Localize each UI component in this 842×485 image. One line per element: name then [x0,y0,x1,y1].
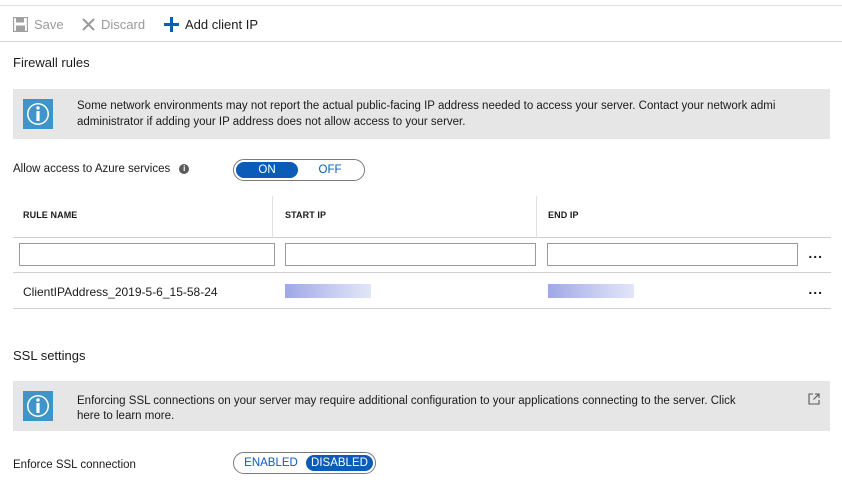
enforce-ssl-label-row: Enforce SSL connection [13,459,136,471]
start-ip-input[interactable] [285,243,536,266]
add-client-ip-label: Add client IP [185,16,258,32]
command-bar: Save Discard Add client IP [0,6,842,42]
ssl-settings-title: SSL settings [13,348,86,363]
ssl-info-text-line2[interactable]: here to learn more. [77,409,790,424]
save-label: Save [34,16,64,32]
firewall-rules-title: Firewall rules [13,55,90,70]
save-icon [13,16,28,32]
table-row[interactable]: ClientIPAddress_2019-5-6_15-58-24 ... [13,273,831,309]
info-icon [23,99,53,129]
toggle-on-option[interactable]: ON [236,162,298,178]
allow-azure-services-label: Allow access to Azure services [13,163,171,175]
save-button[interactable]: Save [13,14,64,34]
column-divider [536,196,537,238]
discard-button[interactable]: Discard [82,14,145,34]
plus-icon [164,16,179,32]
end-ip-input[interactable] [547,243,798,266]
column-header-start-ip: START IP [285,210,327,220]
more-options-button[interactable]: ... [808,245,823,261]
rule-name-cell: ClientIPAddress_2019-5-6_15-58-24 [23,285,218,299]
new-rule-row: ... [13,238,831,273]
info-icon[interactable]: i [179,164,190,174]
column-header-end-ip: END IP [548,210,579,220]
allow-azure-services-label-row: Allow access to Azure services i [13,163,190,175]
more-options-button[interactable]: ... [808,281,823,297]
enforce-ssl-label: Enforce SSL connection [13,459,136,471]
end-ip-redacted [548,284,634,298]
allow-azure-services-toggle[interactable]: ON OFF [233,159,365,181]
discard-label: Discard [101,16,146,32]
firewall-info-text-line2: administrator if adding your IP address … [77,116,466,128]
rule-name-input[interactable] [19,243,275,266]
info-icon [23,391,53,421]
close-icon [82,17,95,31]
toggle-off-option[interactable]: OFF [298,162,362,178]
toggle-enabled-option[interactable]: ENABLED [236,455,306,471]
external-link-icon[interactable] [808,393,820,405]
toggle-disabled-option[interactable]: DISABLED [306,455,373,471]
add-client-ip-button[interactable]: Add client IP [164,14,258,34]
firewall-info-text-line1: Some network environments may not report… [77,100,776,112]
enforce-ssl-toggle[interactable]: ENABLED DISABLED [233,452,376,474]
firewall-info-banner: Some network environments may not report… [13,89,830,139]
column-header-rule-name: RULE NAME [23,210,78,220]
start-ip-redacted [285,284,371,298]
column-divider [272,196,273,238]
grid-header: RULE NAME START IP END IP [13,196,831,238]
ssl-info-text-line1: Enforcing SSL connections on your server… [77,395,736,407]
ssl-info-banner[interactable]: Enforcing SSL connections on your server… [13,381,830,431]
